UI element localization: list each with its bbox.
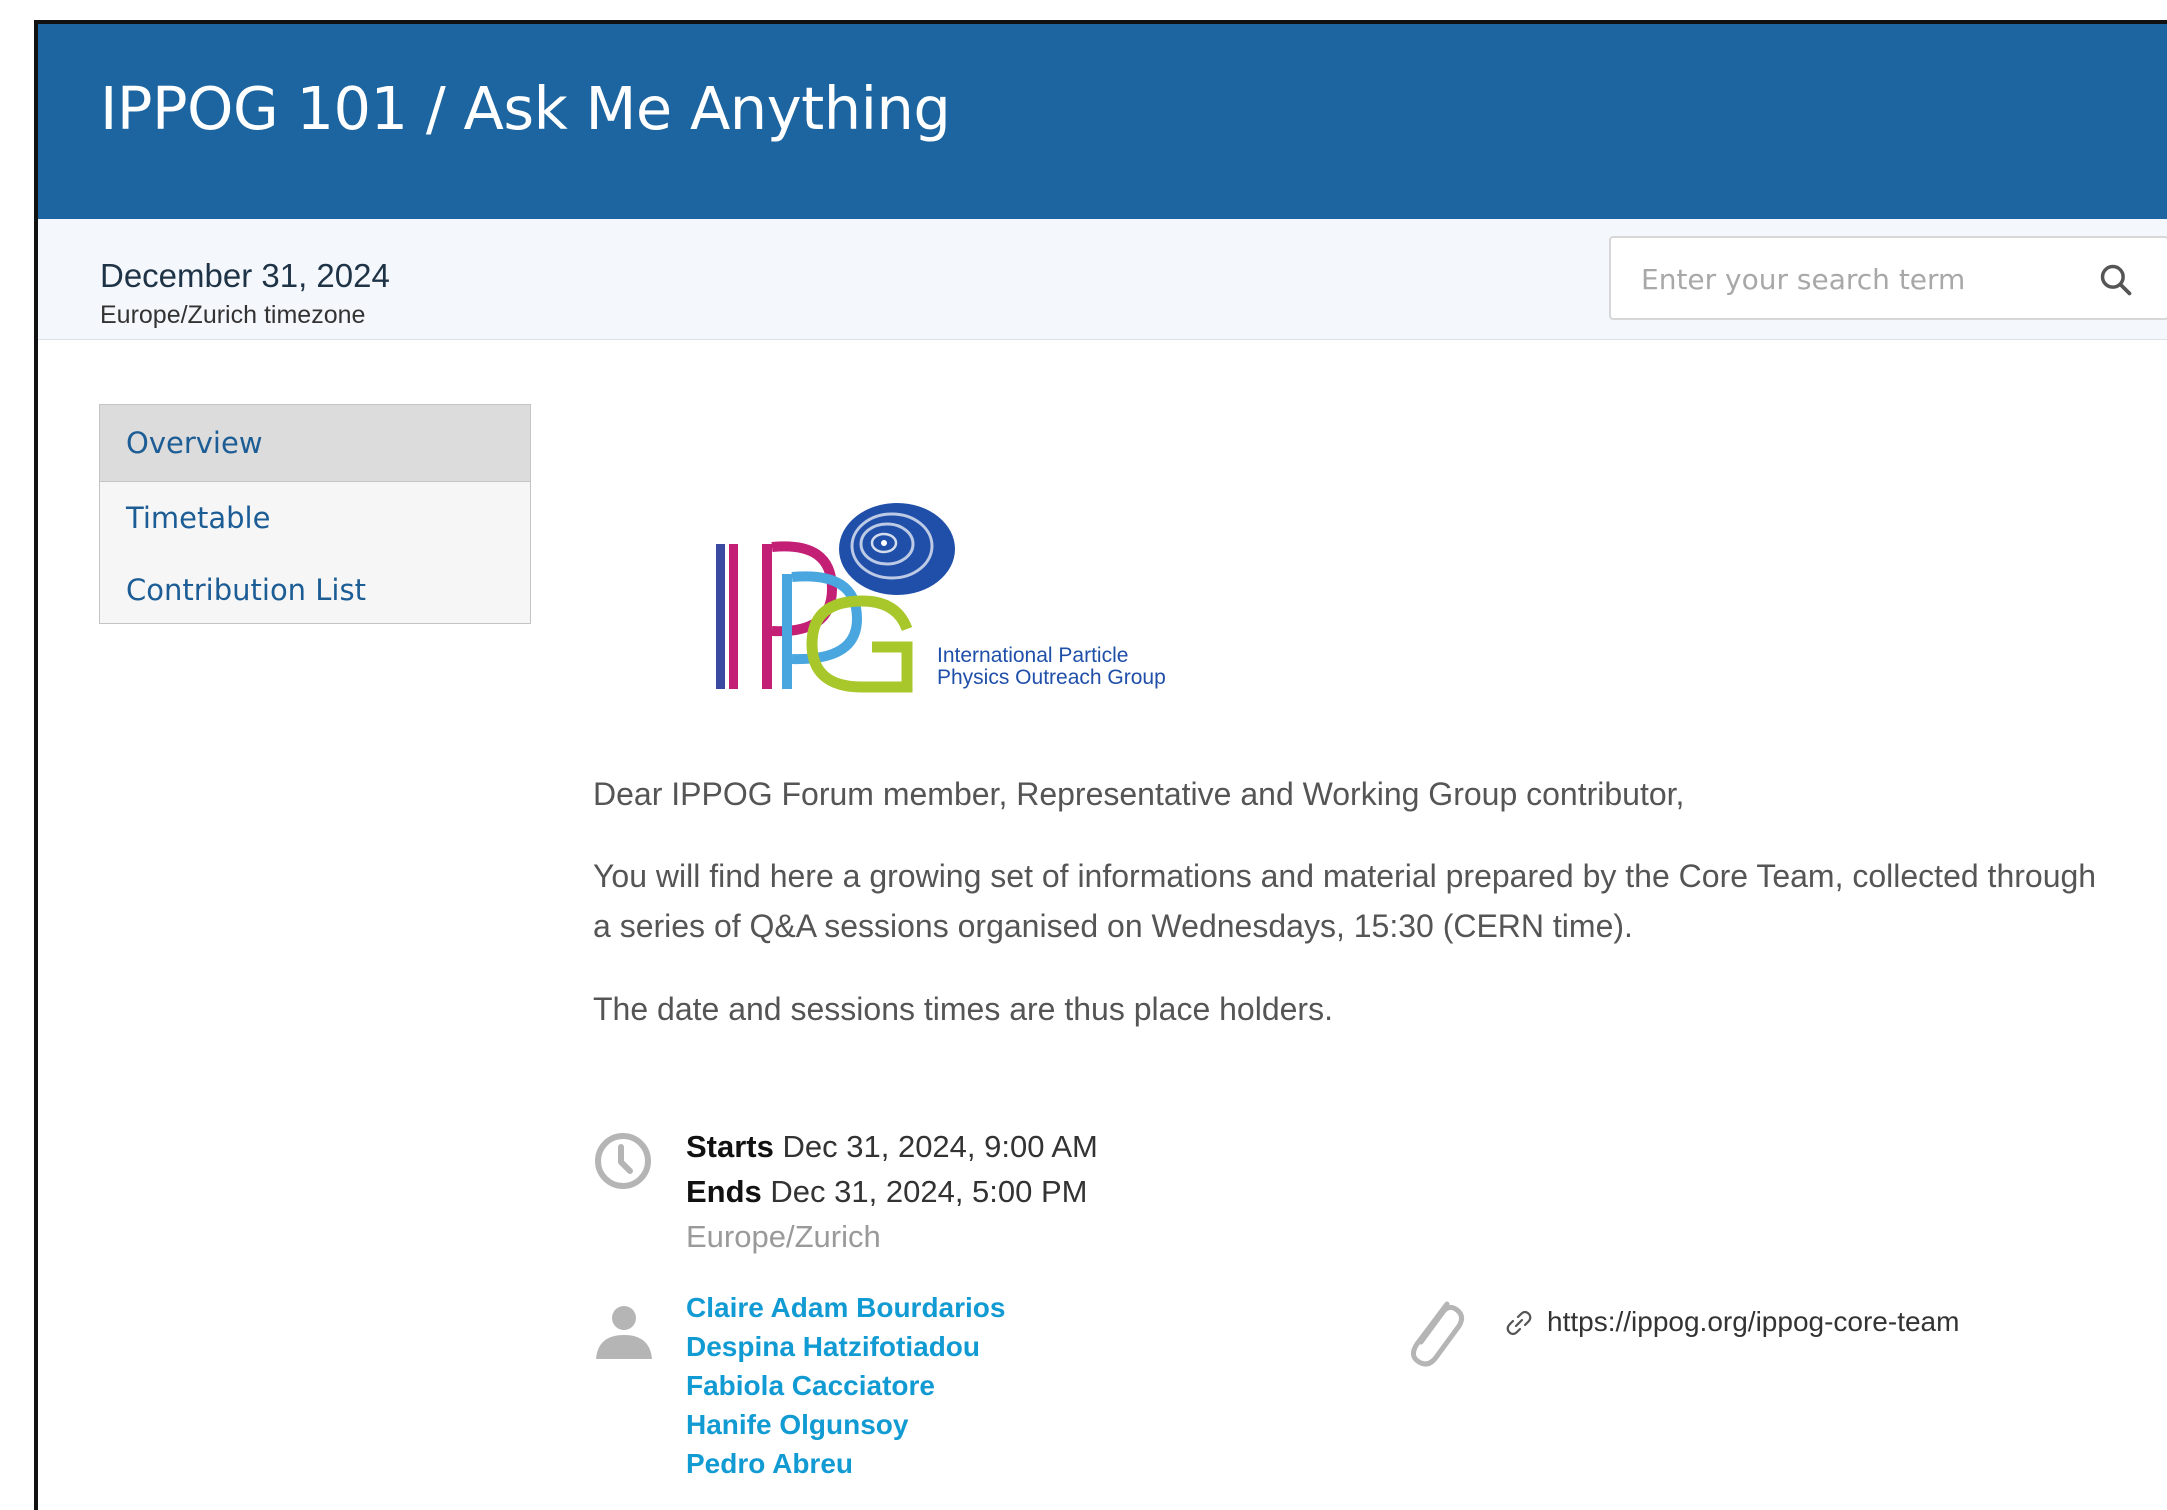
menu-item-overview[interactable]: Overview [100,405,530,482]
event-date: December 31, 2024 [100,257,390,294]
person-icon [596,1306,652,1359]
description-greeting: Dear IPPOG Forum member, Representative … [593,776,1685,812]
chairperson-link[interactable]: Despina Hatzifotiadou [686,1327,1005,1366]
clock-icon [595,1133,651,1189]
event-date-bar: December 31, 2024 Europe/Zurich timezone [38,219,2167,340]
start-row: Starts Dec 31, 2024, 9:00 AM [686,1124,1098,1169]
event-schedule: Starts Dec 31, 2024, 9:00 AM Ends Dec 31… [686,1124,1098,1259]
side-menu: Overview Timetable Contribution List [99,404,531,624]
chairperson-link[interactable]: Hanife Olgunsoy [686,1405,1005,1444]
link-icon [1506,1310,1532,1336]
menu-item-contribution-list[interactable]: Contribution List [100,554,530,626]
ippog-logo: International Particle Physics Outreach … [716,503,1166,693]
material-link[interactable]: https://ippog.org/ippog-core-team [1547,1306,1959,1338]
page-frame: IPPOG 101 / Ask Me Anything December 31,… [34,20,2167,1510]
description-note: The date and sessions times are thus pla… [593,991,1333,1027]
logo-line-2: Physics Outreach Group [937,666,1166,689]
search-icon[interactable] [2097,261,2135,299]
chairperson-link[interactable]: Fabiola Cacciatore [686,1366,1005,1405]
start-datetime: Dec 31, 2024, 9:00 AM [782,1129,1098,1164]
end-datetime: Dec 31, 2024, 5:00 PM [770,1174,1088,1209]
chairperson-link[interactable]: Pedro Abreu [686,1444,1005,1483]
event-title: IPPOG 101 / Ask Me Anything [100,74,951,143]
search-box[interactable] [1609,236,2167,320]
starts-label: Starts [686,1129,774,1164]
chairperson-link[interactable]: Claire Adam Bourdarios [686,1288,1005,1327]
paperclip-icon [1411,1301,1465,1367]
event-header: IPPOG 101 / Ask Me Anything [38,24,2167,219]
search-input[interactable] [1639,256,2083,302]
description-paragraph: You will find here a growing set of info… [593,858,2097,944]
chairpersons-list: Claire Adam Bourdarios Despina Hatzifoti… [686,1288,1005,1483]
event-timezone: Europe/Zurich timezone [100,301,366,329]
ends-label: Ends [686,1174,762,1209]
menu-item-timetable[interactable]: Timetable [100,482,530,554]
end-row: Ends Dec 31, 2024, 5:00 PM [686,1169,1098,1214]
schedule-timezone: Europe/Zurich [686,1219,881,1254]
logo-line-1: International Particle [937,644,1128,667]
